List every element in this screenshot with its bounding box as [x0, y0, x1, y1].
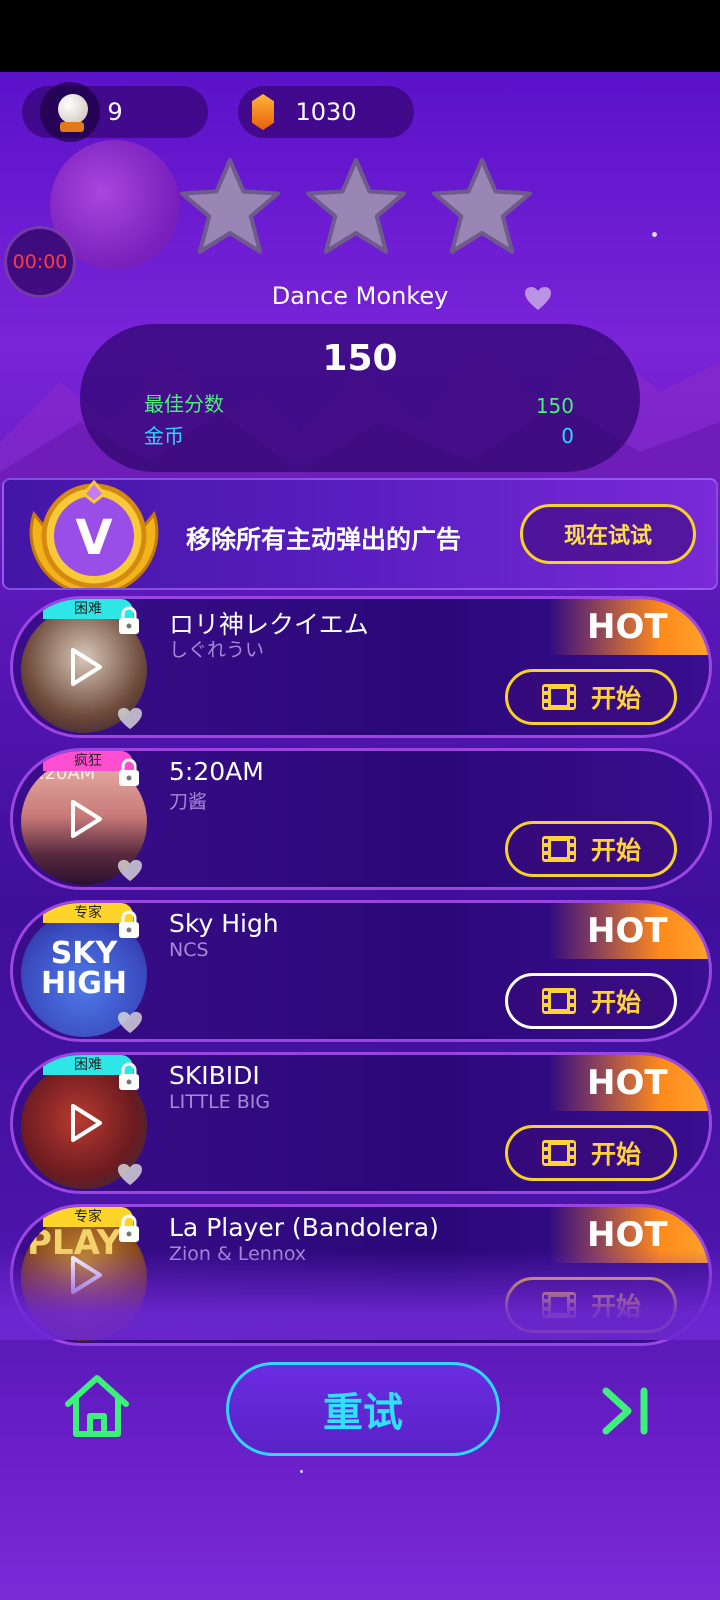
- sparkle: [652, 232, 657, 237]
- hot-badge: HOT: [549, 599, 709, 655]
- best-score-label: 最佳分数: [144, 392, 224, 416]
- song-title: SKIBIDI: [169, 1061, 260, 1090]
- song-artist: LITTLE BIG: [169, 1091, 271, 1113]
- vip-banner-text: 移除所有主动弹出的广告: [186, 525, 462, 554]
- balls-counter: 9: [22, 82, 208, 142]
- song-row[interactable]: 5:20AM 疯狂 5:20AM 刀酱 开始: [10, 748, 712, 890]
- vip-badge-letter: V: [75, 510, 112, 566]
- start-button[interactable]: 开始: [505, 1125, 677, 1181]
- star-icon: [306, 158, 406, 254]
- favorite-heart-icon[interactable]: [117, 1163, 143, 1187]
- lock-icon: [119, 606, 139, 634]
- song-title: 5:20AM: [169, 757, 264, 786]
- favorite-heart-icon[interactable]: [117, 859, 143, 883]
- lock-icon: [119, 758, 139, 786]
- home-icon[interactable]: [62, 1372, 132, 1440]
- start-label: 开始: [590, 684, 641, 713]
- start-button[interactable]: 开始: [505, 973, 677, 1029]
- video-ad-icon: [541, 1140, 576, 1166]
- start-button[interactable]: 开始: [505, 669, 677, 725]
- lock-icon: [119, 1062, 139, 1090]
- star-icon: [432, 158, 532, 254]
- song-row[interactable]: SKY HIGH 专家 Sky High NCS HOT 开始: [10, 900, 712, 1042]
- coins-value: 0: [561, 424, 574, 448]
- best-score-value: 150: [535, 394, 574, 418]
- balls-count: 9: [107, 98, 123, 126]
- timer-button[interactable]: 00:00: [4, 226, 76, 298]
- song-row[interactable]: 困难 ロリ神レクイエム しぐれうい HOT 开始: [10, 596, 712, 738]
- retry-label: 重试: [323, 1390, 403, 1436]
- lock-icon: [119, 910, 139, 938]
- play-icon[interactable]: [69, 647, 103, 687]
- start-button[interactable]: 开始: [505, 821, 677, 877]
- star-icon: [180, 158, 280, 254]
- try-now-button[interactable]: 现在试试: [520, 504, 696, 564]
- score-panel: 150 最佳分数 150 金币 0: [80, 324, 640, 472]
- coins-label: 金币: [144, 424, 184, 448]
- video-ad-icon: [541, 684, 576, 710]
- list-fade: [0, 1250, 720, 1340]
- gem-icon: [252, 94, 274, 130]
- song-title: La Player (Bandolera): [169, 1213, 439, 1242]
- lock-icon: [119, 1214, 139, 1242]
- video-ad-icon: [541, 988, 576, 1014]
- start-label: 开始: [590, 836, 641, 865]
- gems-counter: 1030: [238, 86, 414, 138]
- play-icon[interactable]: [69, 799, 103, 839]
- hot-badge: HOT: [549, 903, 709, 959]
- favorite-heart-icon[interactable]: [117, 707, 143, 731]
- gems-count: 1030: [295, 98, 357, 126]
- song-artist: 刀酱: [169, 791, 208, 813]
- retry-button[interactable]: 重试: [226, 1362, 500, 1456]
- video-ad-icon: [541, 836, 576, 862]
- hot-badge: HOT: [549, 1055, 709, 1111]
- vip-badge-icon: V: [29, 480, 159, 588]
- timer-text: 00:00: [12, 251, 68, 273]
- song-artist: しぐれうい: [169, 639, 265, 661]
- song-artist: NCS: [169, 939, 209, 961]
- song-title: Dance Monkey: [271, 282, 449, 310]
- next-song-icon[interactable]: [600, 1385, 654, 1437]
- song-row[interactable]: 困难 SKIBIDI LITTLE BIG HOT 开始: [10, 1052, 712, 1194]
- start-label: 开始: [590, 1140, 641, 1169]
- status-bar: [0, 0, 720, 72]
- vip-banner[interactable]: V 移除所有主动弹出的广告 现在试试: [2, 478, 718, 590]
- score-value: 150: [322, 338, 398, 379]
- cover-text: SKY HIGH: [40, 936, 127, 1001]
- star-rating: [178, 156, 548, 260]
- try-now-label: 现在试试: [563, 524, 652, 549]
- ball-icon: [40, 82, 100, 142]
- favorite-heart-icon[interactable]: [117, 1011, 143, 1035]
- start-label: 开始: [590, 988, 641, 1017]
- sparkle: [300, 1470, 303, 1473]
- song-title: Sky High: [169, 909, 279, 938]
- play-icon[interactable]: [69, 1103, 103, 1143]
- favorite-heart-icon[interactable]: [524, 286, 552, 312]
